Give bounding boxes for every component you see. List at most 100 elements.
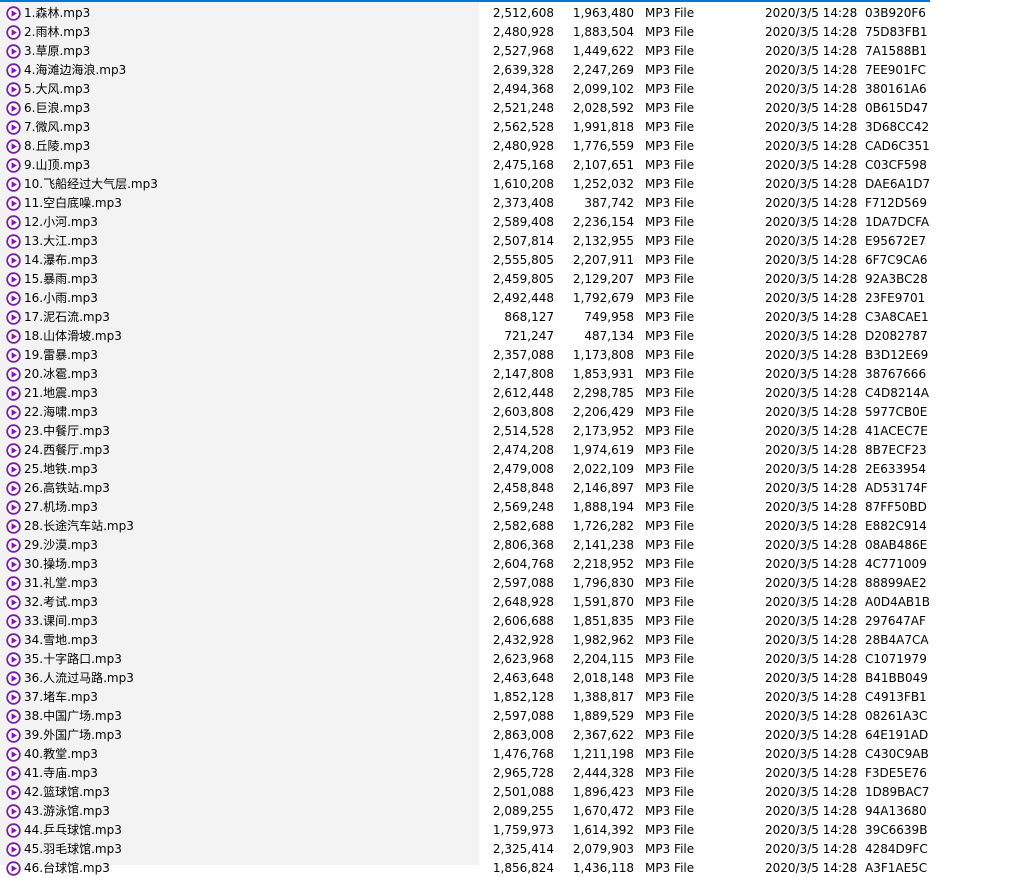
file-name: 17.泥石流.mp3 (24, 310, 110, 324)
file-size: 2,514,528 (492, 424, 554, 438)
file-packed-size: 2,107,651 (572, 158, 634, 172)
file-row[interactable]: 30.操场.mp3 2,604,768 2,218,952 MP3 File 2… (0, 555, 1009, 574)
file-row[interactable]: 28.长途汽车站.mp3 2,582,688 1,726,282 MP3 Fil… (0, 517, 1009, 536)
file-row[interactable]: 11.空白底噪.mp3 2,373,408 387,742 MP3 File 2… (0, 194, 1009, 213)
file-packed-size: 2,218,952 (572, 557, 634, 571)
audio-play-icon (6, 519, 21, 534)
file-name: 32.考试.mp3 (24, 595, 98, 609)
file-row[interactable]: 21.地震.mp3 2,612,448 2,298,785 MP3 File 2… (0, 384, 1009, 403)
file-crc: F3DE5E76 (865, 766, 927, 780)
file-list: 1.森林.mp3 2,512,608 1,963,480 MP3 File 20… (0, 0, 1009, 876)
file-row[interactable]: 46.台球馆.mp3 1,856,824 1,436,118 MP3 File … (0, 859, 1009, 878)
file-type: MP3 File (645, 500, 695, 514)
file-name: 44.乒乓球馆.mp3 (24, 823, 122, 837)
file-row[interactable]: 12.小河.mp3 2,589,408 2,236,154 MP3 File 2… (0, 213, 1009, 232)
file-row[interactable]: 43.游泳馆.mp3 2,089,255 1,670,472 MP3 File … (0, 802, 1009, 821)
file-name: 13.大江.mp3 (24, 234, 98, 248)
file-packed-size: 2,236,154 (572, 215, 634, 229)
file-row[interactable]: 4.海滩边海浪.mp3 2,639,328 2,247,269 MP3 File… (0, 61, 1009, 80)
file-row[interactable]: 2.雨林.mp3 2,480,928 1,883,504 MP3 File 20… (0, 23, 1009, 42)
file-row[interactable]: 34.雪地.mp3 2,432,928 1,982,962 MP3 File 2… (0, 631, 1009, 650)
audio-play-icon (6, 823, 21, 838)
file-row[interactable]: 35.十字路口.mp3 2,623,968 2,204,115 MP3 File… (0, 650, 1009, 669)
file-type: MP3 File (645, 215, 695, 229)
file-packed-size: 1,792,679 (572, 291, 634, 305)
file-type: MP3 File (645, 272, 695, 286)
file-size: 2,582,688 (492, 519, 554, 533)
file-row[interactable]: 16.小雨.mp3 2,492,448 1,792,679 MP3 File 2… (0, 289, 1009, 308)
file-size: 2,373,408 (492, 196, 554, 210)
file-row[interactable]: 3.草原.mp3 2,527,968 1,449,622 MP3 File 20… (0, 42, 1009, 61)
file-modified: 2020/3/5 14:28 (765, 557, 858, 571)
audio-play-icon (6, 82, 21, 97)
file-row[interactable]: 18.山体滑坡.mp3 721,247 487,134 MP3 File 202… (0, 327, 1009, 346)
file-packed-size: 1,726,282 (572, 519, 634, 533)
file-type: MP3 File (645, 842, 695, 856)
file-row[interactable]: 38.中国广场.mp3 2,597,088 1,889,529 MP3 File… (0, 707, 1009, 726)
file-row[interactable]: 45.羽毛球馆.mp3 2,325,414 2,079,903 MP3 File… (0, 840, 1009, 859)
file-row[interactable]: 22.海啸.mp3 2,603,808 2,206,429 MP3 File 2… (0, 403, 1009, 422)
file-row[interactable]: 24.西餐厅.mp3 2,474,208 1,974,619 MP3 File … (0, 441, 1009, 460)
file-crc: 0B615D47 (865, 101, 929, 115)
file-row[interactable]: 36.人流过马路.mp3 2,463,648 2,018,148 MP3 Fil… (0, 669, 1009, 688)
file-crc: 94A13680 (865, 804, 927, 818)
file-modified: 2020/3/5 14:28 (765, 139, 858, 153)
file-row[interactable]: 25.地铁.mp3 2,479,008 2,022,109 MP3 File 2… (0, 460, 1009, 479)
file-packed-size: 2,099,102 (572, 82, 634, 96)
file-type: MP3 File (645, 557, 695, 571)
file-row[interactable]: 29.沙漠.mp3 2,806,368 2,141,238 MP3 File 2… (0, 536, 1009, 555)
file-name: 8.丘陵.mp3 (24, 139, 91, 153)
file-modified: 2020/3/5 14:28 (765, 63, 858, 77)
file-packed-size: 1,388,817 (572, 690, 634, 704)
audio-play-icon (6, 310, 21, 325)
file-row[interactable]: 17.泥石流.mp3 868,127 749,958 MP3 File 2020… (0, 308, 1009, 327)
audio-play-icon (6, 709, 21, 724)
file-row[interactable]: 26.高铁站.mp3 2,458,848 2,146,897 MP3 File … (0, 479, 1009, 498)
file-type: MP3 File (645, 310, 695, 324)
file-row[interactable]: 6.巨浪.mp3 2,521,248 2,028,592 MP3 File 20… (0, 99, 1009, 118)
file-row[interactable]: 41.寺庙.mp3 2,965,728 2,444,328 MP3 File 2… (0, 764, 1009, 783)
file-row[interactable]: 13.大江.mp3 2,507,814 2,132,955 MP3 File 2… (0, 232, 1009, 251)
file-row[interactable]: 32.考试.mp3 2,648,928 1,591,870 MP3 File 2… (0, 593, 1009, 612)
file-row[interactable]: 20.冰雹.mp3 2,147,808 1,853,931 MP3 File 2… (0, 365, 1009, 384)
file-type: MP3 File (645, 462, 695, 476)
file-row[interactable]: 39.外国广场.mp3 2,863,008 2,367,622 MP3 File… (0, 726, 1009, 745)
file-row[interactable]: 44.乒乓球馆.mp3 1,759,973 1,614,392 MP3 File… (0, 821, 1009, 840)
file-size: 1,852,128 (492, 690, 554, 704)
audio-play-icon (6, 101, 21, 116)
file-row[interactable]: 27.机场.mp3 2,569,248 1,888,194 MP3 File 2… (0, 498, 1009, 517)
file-crc: E95672E7 (865, 234, 926, 248)
file-name: 34.雪地.mp3 (24, 633, 98, 647)
file-row[interactable]: 37.堵车.mp3 1,852,128 1,388,817 MP3 File 2… (0, 688, 1009, 707)
file-crc: 297647AF (865, 614, 926, 628)
file-modified: 2020/3/5 14:28 (765, 462, 858, 476)
file-row[interactable]: 31.礼堂.mp3 2,597,088 1,796,830 MP3 File 2… (0, 574, 1009, 593)
file-type: MP3 File (645, 595, 695, 609)
audio-play-icon (6, 6, 21, 21)
file-row[interactable]: 7.微风.mp3 2,562,528 1,991,818 MP3 File 20… (0, 118, 1009, 137)
file-row[interactable]: 10.飞船经过大气层.mp3 1,610,208 1,252,032 MP3 F… (0, 175, 1009, 194)
file-row[interactable]: 19.雷暴.mp3 2,357,088 1,173,808 MP3 File 2… (0, 346, 1009, 365)
file-modified: 2020/3/5 14:28 (765, 196, 858, 210)
file-type: MP3 File (645, 158, 695, 172)
file-name: 29.沙漠.mp3 (24, 538, 98, 552)
file-row[interactable]: 40.教堂.mp3 1,476,768 1,211,198 MP3 File 2… (0, 745, 1009, 764)
file-size: 2,479,008 (492, 462, 554, 476)
file-modified: 2020/3/5 14:28 (765, 367, 858, 381)
file-packed-size: 1,963,480 (572, 6, 634, 20)
file-row[interactable]: 1.森林.mp3 2,512,608 1,963,480 MP3 File 20… (0, 4, 1009, 23)
file-size: 2,512,608 (492, 6, 554, 20)
file-row[interactable]: 15.暴雨.mp3 2,459,805 2,129,207 MP3 File 2… (0, 270, 1009, 289)
file-row[interactable]: 5.大风.mp3 2,494,368 2,099,102 MP3 File 20… (0, 80, 1009, 99)
file-size: 2,475,168 (492, 158, 554, 172)
file-row[interactable]: 23.中餐厅.mp3 2,514,528 2,173,952 MP3 File … (0, 422, 1009, 441)
file-row[interactable]: 8.丘陵.mp3 2,480,928 1,776,559 MP3 File 20… (0, 137, 1009, 156)
file-size: 2,494,368 (492, 82, 554, 96)
audio-play-icon (6, 272, 21, 287)
file-row[interactable]: 14.瀑布.mp3 2,555,805 2,207,911 MP3 File 2… (0, 251, 1009, 270)
file-row[interactable]: 42.篮球馆.mp3 2,501,088 1,896,423 MP3 File … (0, 783, 1009, 802)
file-row[interactable]: 33.课间.mp3 2,606,688 1,851,835 MP3 File 2… (0, 612, 1009, 631)
file-row[interactable]: 9.山顶.mp3 2,475,168 2,107,651 MP3 File 20… (0, 156, 1009, 175)
file-packed-size: 1,982,962 (572, 633, 634, 647)
audio-play-icon (6, 633, 21, 648)
